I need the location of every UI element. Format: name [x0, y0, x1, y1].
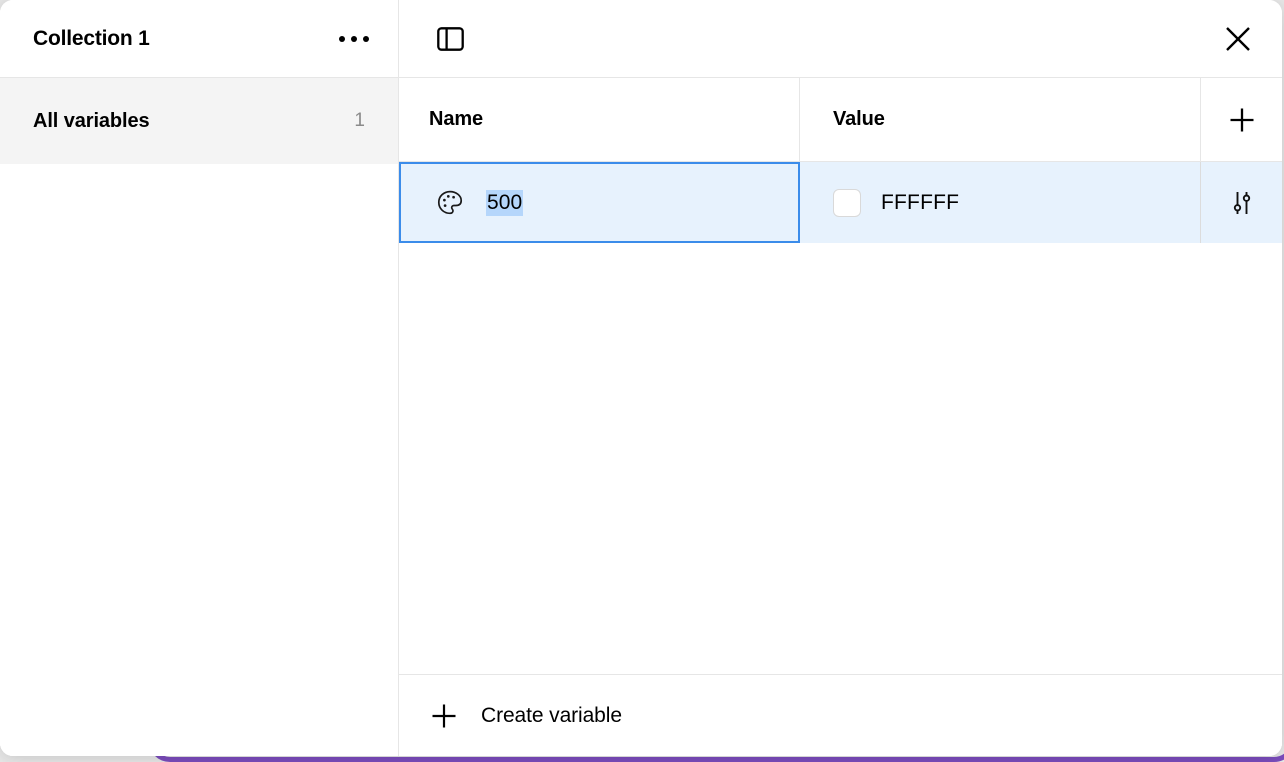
dot	[339, 35, 345, 42]
sidebar-empty-area	[0, 164, 398, 756]
sidebar-item-all-variables[interactable]: All variables 1	[0, 78, 398, 164]
column-header-value: Value	[800, 78, 1201, 161]
sidebar-header: Collection 1	[0, 0, 398, 78]
variable-value-text[interactable]: FFFFFF	[881, 191, 959, 215]
variable-value-cell[interactable]: FFFFFF	[800, 162, 1201, 243]
color-swatch[interactable]	[833, 188, 861, 217]
dot	[351, 35, 357, 42]
column-header-name-label: Name	[429, 108, 484, 130]
screen-root: Collection 1 All variables 1 Name Value …	[0, 0, 1284, 762]
more-horizontal-icon[interactable]	[334, 23, 374, 55]
sidebar-panel-icon[interactable]	[428, 17, 472, 61]
sliders-icon[interactable]	[1201, 162, 1282, 243]
variables-modal: Collection 1 All variables 1 Name Value …	[0, 0, 1282, 756]
variable-name-input[interactable]: 500	[399, 162, 800, 243]
column-header-name: Name	[399, 78, 800, 161]
collection-title: Collection 1	[33, 26, 150, 50]
main-toolbar	[399, 0, 1282, 78]
create-variable-button[interactable]: Create variable	[399, 674, 1282, 756]
sidebar-item-label: All variables	[33, 109, 150, 132]
add-variable-button[interactable]	[1201, 78, 1282, 161]
close-icon[interactable]	[1216, 17, 1260, 61]
variables-main-panel: Name Value 500 FFFFFF Create variable	[399, 0, 1282, 756]
table-header-row: Name Value	[399, 78, 1282, 162]
variables-table-body: 500 FFFFFF	[399, 162, 1282, 674]
sidebar-item-count: 1	[354, 110, 365, 131]
variable-name-text[interactable]: 500	[486, 189, 524, 216]
color-palette-icon	[436, 189, 464, 217]
collections-sidebar: Collection 1 All variables 1	[0, 0, 399, 756]
column-header-value-label: Value	[833, 108, 885, 130]
table-row[interactable]: 500 FFFFFF	[399, 162, 1282, 243]
create-variable-label: Create variable	[481, 703, 622, 727]
plus-icon	[429, 701, 459, 731]
dot	[363, 35, 369, 42]
